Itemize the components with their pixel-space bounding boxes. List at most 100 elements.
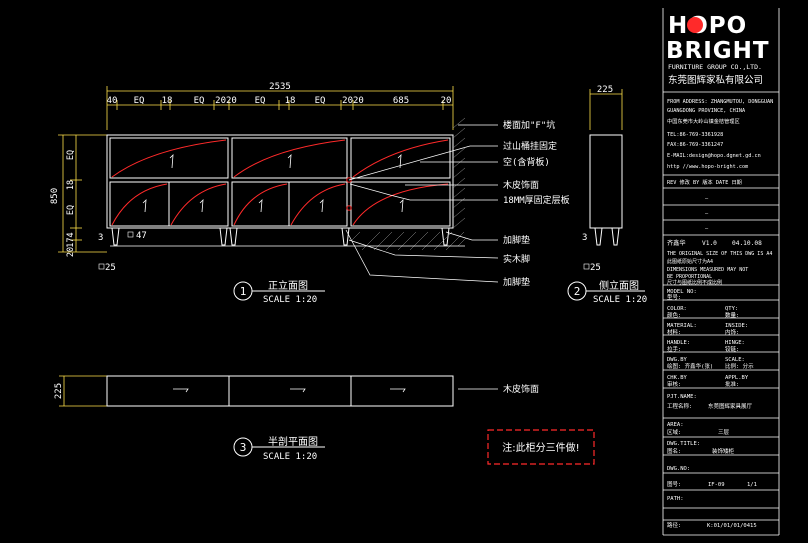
handle-cn: 拉手: [667,345,681,353]
appl-by: APPL.BY [725,375,749,381]
inside-cn: 内饰: [725,328,739,336]
label-floor: 楼面加"F"坑 [503,119,555,131]
left-dim-5: 20 [66,247,76,257]
path-value: K:01/01/01/0415 [707,523,757,529]
dim-5: 2020 [215,96,237,106]
hinge-cn: 铰链: [725,345,739,353]
material-label: MATERIAL: [667,323,697,329]
cad-drawing-canvas[interactable]: 2535 40 EQ 18 EQ 2020 EQ 18 EQ 2020 685 … [0,0,808,539]
company-cn: 东莞图辉家私有限公司 [668,74,763,86]
dwg-no-value: IF-09 [708,482,725,488]
dwg-title-label: DWG.TITLE: [667,441,700,447]
side-foot-offset: 3 [582,233,587,243]
label-plan-veneer: 木皮饰面 [503,383,539,395]
plan-dim: 225 [54,383,64,399]
addr-2: GUANGDONG PROVINCE, CHINA [667,108,746,114]
left-dim-3: EQ [66,205,76,215]
handle-label: HANDLE: [667,340,690,346]
view-1-scale: SCALE 1:20 [263,295,317,305]
hinge-label: HINGE: [725,340,745,346]
dim-10: 685 [393,96,409,106]
tel: TEL:86-769-3361928 [667,132,723,138]
view-3-title: 半剖平面图 [268,435,318,448]
orig-5: 尺寸与图纸比例不成比例 [667,279,722,286]
dim-11: 20 [441,96,452,106]
dim-9: 2020 [342,96,364,106]
label-veneer: 木皮饰面 [503,179,539,191]
dwg-title-value: 装饰矮柜 [712,447,735,455]
label-pad-2: 加脚垫 [503,276,530,288]
view-2-number: 2 [574,285,581,298]
front-total-width: 2535 [269,82,291,92]
addr-1: FROM ADDRESS: ZHANGMUTOU, DONGGUAN [667,99,773,105]
label-wood-foot: 实木脚 [503,253,530,265]
view-1-title: 正立面图 [268,279,308,292]
appl-cn: 批准: [725,380,739,388]
side-dim-top: 225 [597,85,613,95]
orig-2: 此图纸原始尺寸为A4 [667,258,713,265]
path-cn: 路径: [667,521,681,529]
dwg-no-label: DWG.NO: [667,466,690,472]
path-label: PATH: [667,496,684,502]
left-dim-2: 18 [66,180,76,190]
prj-value: 东莞图辉家具展厅 [708,402,753,410]
chk-by: CHK.BY [667,375,688,381]
dim-8: EQ [315,96,326,106]
scale-cn: 比例: 分示 [725,362,754,370]
model-cn: 型号: [667,293,681,301]
front-foot-label: 47 [136,231,147,241]
label-pad-1: 加脚垫 [503,234,530,246]
label-empty: 空(含背板) [503,156,550,168]
logo-red-dot [687,17,703,33]
left-dim-4: 174 [66,232,76,247]
fax: FAX:86-769-3361247 [667,142,723,148]
area-label: AREA: [667,422,684,428]
left-dim-1: EQ [66,150,76,160]
version: V1.0 [702,240,717,247]
front-foot-offset: 3 [98,233,103,243]
email: E-MAIL:design@hopo.dgnet.gd.cn [667,153,761,159]
material-cn: 材料: [667,328,681,336]
front-height: 850 [50,188,60,204]
logo-hopo: HOPO [668,13,747,39]
view-3-number: 3 [240,441,247,454]
orig-1: THE ORIGINAL SIZE OF THIS DWG IS A4 [667,251,772,257]
label-shelf: 18MM厚固定层板 [503,194,570,206]
scale-en: SCALE: [725,357,745,363]
view-2-scale: SCALE 1:20 [593,295,647,305]
side-foot-dim: 25 [590,263,601,273]
note-text: 注:此柜分三件做! [502,441,579,454]
website: http //www.hopo-bright.com [667,164,748,170]
label-hang: 过山桶挂固定 [503,140,557,152]
dim-6: EQ [255,96,266,106]
area-cn: 区域: [667,428,681,436]
area-value: 三层 [718,429,730,436]
qty-label: QTY: [725,306,738,312]
company-en: FURNITURE GROUP CO.,LTD. [668,63,762,71]
prj-name: PJT.NAME: [667,394,697,400]
drawing-svg[interactable]: 2535 40 EQ 18 EQ 2020 EQ 18 EQ 2020 685 … [0,0,808,539]
addr-3: 中国东莞市大岭山镇金桔管理区 [667,117,740,125]
drawn-by: 绘图: 齐鑫华(张) [667,362,713,370]
prj-cn: 工程名称: [667,402,692,410]
qty-cn: 数量: [725,311,739,319]
chk-cn: 审核: [667,380,681,388]
dim-4: EQ [194,96,205,106]
dim-7: 18 [285,96,296,106]
logo-bright: BRIGHT [666,38,770,64]
dwg-by: DWG.BY [667,357,688,363]
view-3-scale: SCALE 1:20 [263,452,317,462]
dim-2: EQ [134,96,145,106]
color-label: COLOR: [667,306,687,312]
inside-label: INSIDE: [725,323,748,329]
designer: 齐鑫华 [667,239,686,247]
view-2-title: 侧立面图 [599,279,639,292]
color-cn: 颜色: [667,311,681,319]
dim-1: 40 [107,96,118,106]
rev-header: REV 修改 BY 版本 DATE 日期 [667,178,742,186]
date: 04.10.08 [732,240,762,247]
dim-3: 18 [162,96,173,106]
dwg-title-cn: 图名: [667,447,681,455]
sheet-number: 1/1 [747,482,757,488]
view-1-number: 1 [240,285,247,298]
